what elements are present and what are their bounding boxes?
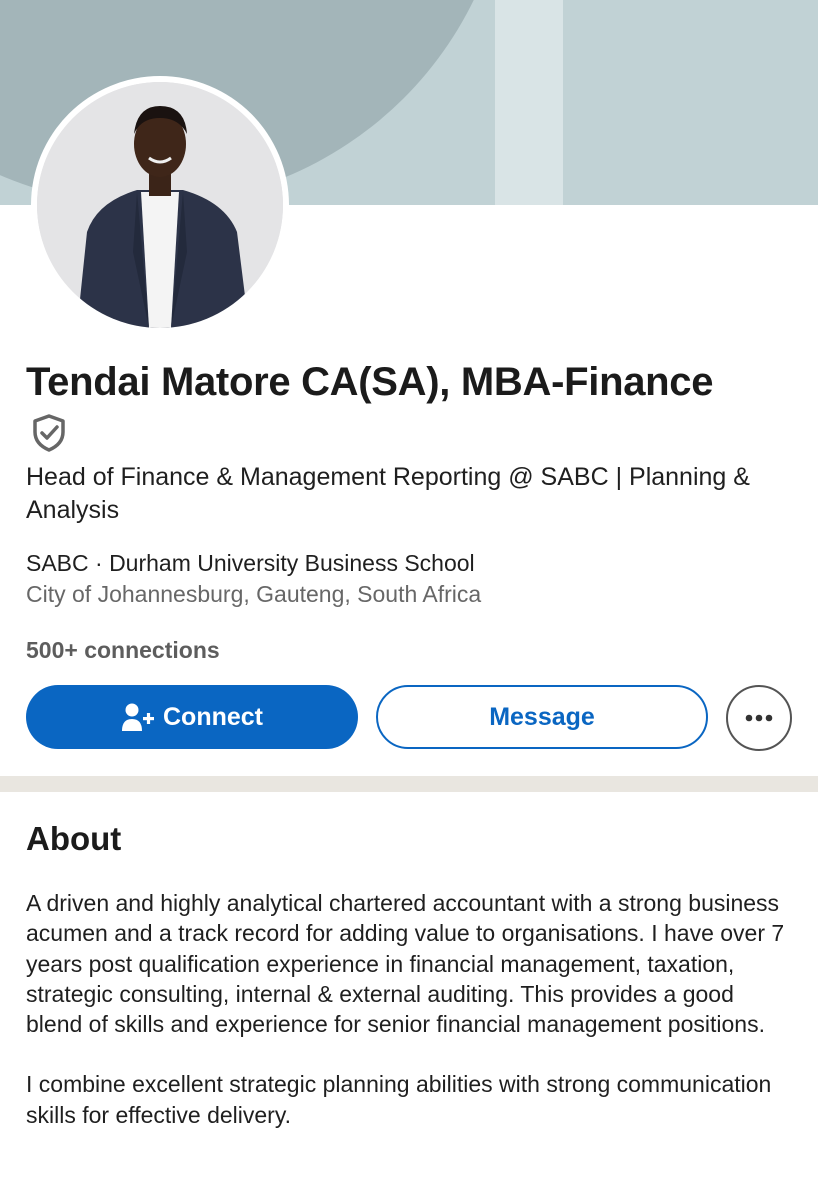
about-paragraph-1: A driven and highly analytical chartered… bbox=[26, 890, 785, 1038]
shield-check-icon[interactable] bbox=[28, 412, 70, 454]
add-person-icon bbox=[122, 703, 154, 731]
message-label: Message bbox=[489, 702, 595, 731]
profile-headline: Head of Finance & Management Reporting @… bbox=[26, 463, 750, 524]
connect-button[interactable]: Connect bbox=[26, 685, 358, 749]
profile-location: City of Johannesburg, Gauteng, South Afr… bbox=[26, 581, 482, 607]
connections-count[interactable]: 500+ connections bbox=[26, 637, 220, 664]
profile-photo[interactable] bbox=[37, 82, 283, 328]
more-button[interactable] bbox=[726, 685, 792, 751]
more-horizontal-icon bbox=[745, 714, 773, 722]
about-paragraph-2: I combine excellent strategic planning a… bbox=[26, 1071, 772, 1128]
profile-photo-frame[interactable] bbox=[31, 76, 289, 334]
about-text: A driven and highly analytical chartered… bbox=[26, 888, 796, 1130]
connect-label: Connect bbox=[163, 702, 263, 731]
profile-name: Tendai Matore CA(SA), MBA-Finance bbox=[26, 360, 714, 404]
message-button[interactable]: Message bbox=[376, 685, 708, 749]
section-divider bbox=[0, 776, 818, 792]
profile-organizations[interactable]: SABC · Durham University Business School bbox=[26, 550, 475, 577]
profile-photo-illustration bbox=[37, 82, 283, 328]
about-heading: About bbox=[26, 820, 122, 857]
banner-band bbox=[495, 0, 563, 205]
